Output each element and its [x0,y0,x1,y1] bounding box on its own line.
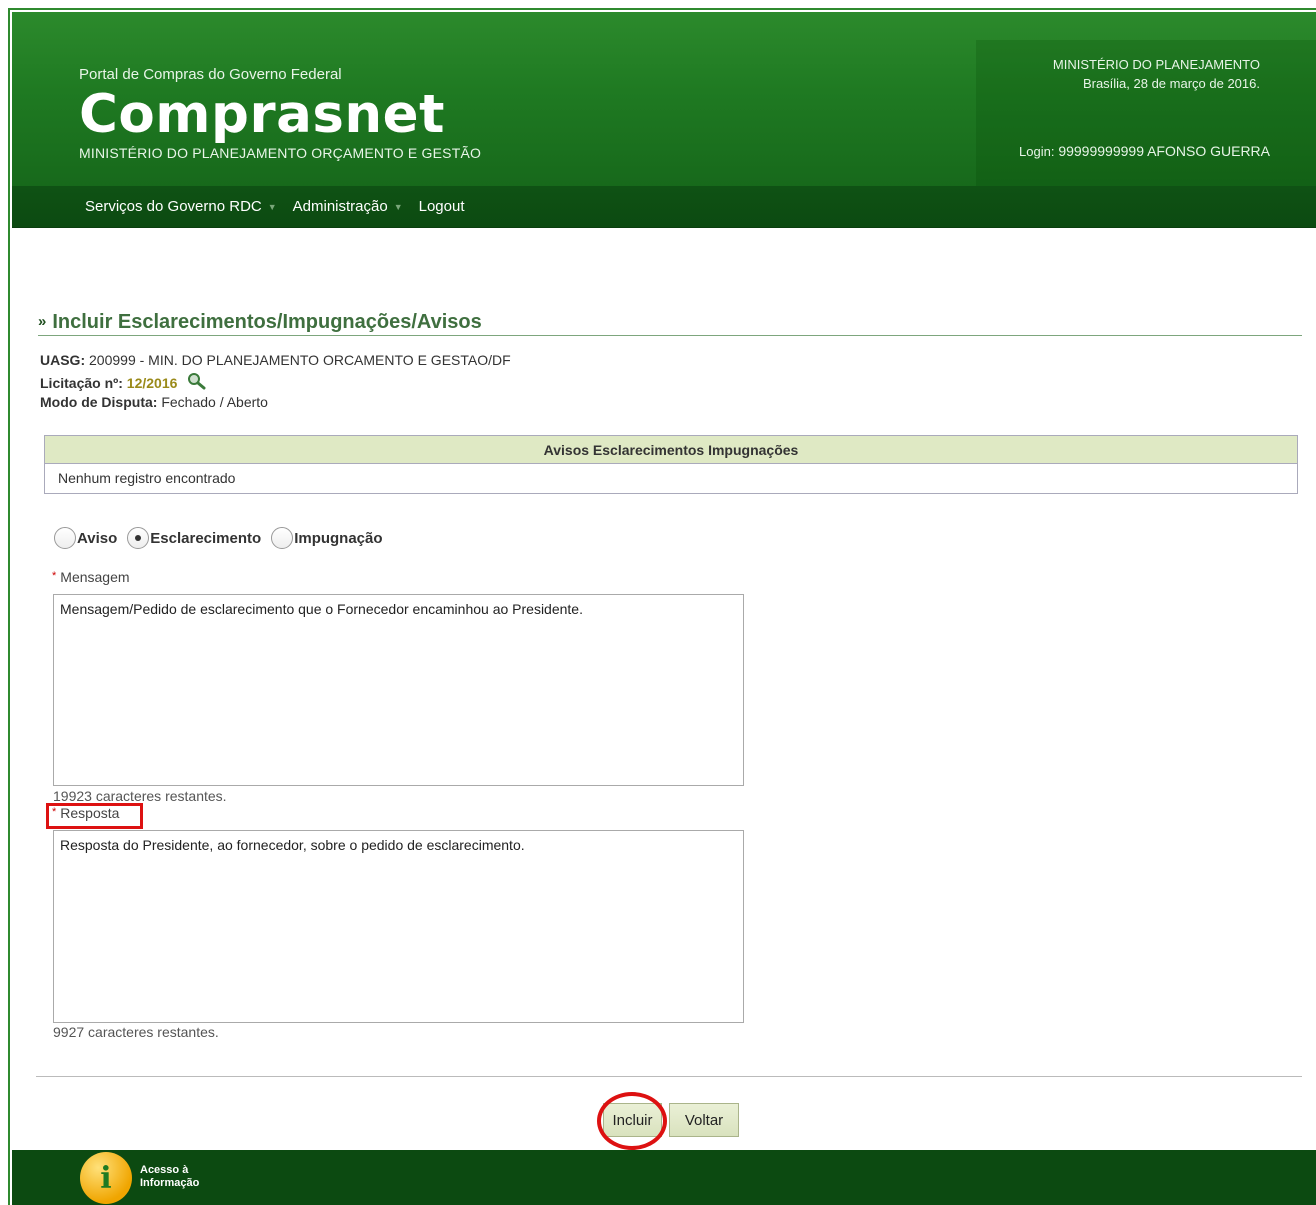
uasg-label: UASG: [40,352,86,368]
uasg-value: 200999 - MIN. DO PLANEJAMENTO ORCAMENTO … [89,352,511,368]
site-footer [12,1150,1316,1205]
table-header: Avisos Esclarecimentos Impugnações [45,436,1297,464]
login-info: Login: 99999999999 AFONSO GUERRA [1019,143,1270,159]
ministry-name: MINISTÉRIO DO PLANEJAMENTO ORÇAMENTO E G… [79,145,482,161]
mensagem-counter: 19923 caracteres restantes. [53,788,227,804]
annotation-highlight-box [46,803,143,829]
nav-item-servicos[interactable]: Serviços do Governo RDC ▼ [85,198,277,215]
required-marker: * [52,570,57,582]
radio-esclarecimento[interactable]: Esclarecimento [127,527,261,549]
radio-button[interactable] [54,527,76,549]
portal-subtitle: Portal de Compras do Governo Federal [79,66,342,83]
licitacao-info: Licitação nº: 12/2016 [40,372,207,393]
voltar-button[interactable]: Voltar [669,1103,739,1137]
nav-item-label: Serviços do Governo RDC [85,198,262,215]
mensagem-label: * Mensagem [52,569,130,585]
licitacao-number: 12/2016 [126,375,178,391]
licitacao-label: Licitação nº: [40,375,123,391]
resposta-textarea[interactable]: Resposta do Presidente, ao fornecedor, s… [53,830,744,1023]
search-details-icon[interactable] [187,372,207,393]
header-ministry-right: MINISTÉRIO DO PLANEJAMENTO [1052,57,1260,72]
radio-label: Aviso [77,529,118,547]
login-label: Login: [1019,144,1055,159]
uasg-info: UASG: 200999 - MIN. DO PLANEJAMENTO ORCA… [40,352,511,368]
radio-button-selected[interactable] [127,527,150,549]
caret-down-icon: ▼ [267,201,277,212]
page-title-row: » Incluir Esclarecimentos/Impugnações/Av… [38,312,1302,336]
modo-label: Modo de Disputa: [40,394,158,410]
login-user: 99999999999 AFONSO GUERRA [1058,143,1270,159]
main-nav: Serviços do Governo RDC ▼ Administração … [12,186,1316,228]
comprasnet-logo[interactable]: Comprasnet [79,84,445,145]
page-title: Incluir Esclarecimentos/Impugnações/Avis… [52,311,482,333]
site-header: Portal de Compras do Governo Federal Com… [12,12,1316,188]
type-radio-group: Aviso Esclarecimento Impugnação [54,527,393,549]
double-chevron-icon: » [38,313,47,330]
modo-value: Fechado / Aberto [161,394,268,410]
radio-selected-dot [135,535,142,541]
nav-item-label: Logout [418,198,465,215]
mensagem-textarea[interactable]: Mensagem/Pedido de esclarecimento que o … [53,594,744,786]
resposta-counter: 9927 caracteres restantes. [53,1024,219,1040]
table-empty-row: Nenhum registro encontrado [58,470,236,486]
acesso-informacao-icon[interactable]: i [80,1152,132,1204]
radio-label: Impugnação [294,529,383,547]
avisos-table: Avisos Esclarecimentos Impugnações Nenhu… [44,435,1298,494]
nav-item-logout[interactable]: Logout [419,198,465,215]
header-date: Brasília, 28 de março de 2016. [1082,76,1260,91]
form-divider [36,1076,1302,1077]
caret-down-icon: ▼ [393,201,403,212]
radio-label: Esclarecimento [150,529,262,547]
radio-aviso[interactable]: Aviso [54,527,117,549]
acesso-informacao-link[interactable]: Acesso à Informação [140,1164,199,1190]
radio-impugnacao[interactable]: Impugnação [271,527,383,549]
modo-disputa-info: Modo de Disputa: Fechado / Aberto [40,394,268,410]
page-frame: Portal de Compras do Governo Federal Com… [8,8,1316,1205]
annotation-highlight-ring [597,1092,667,1150]
radio-button[interactable] [271,527,294,549]
nav-item-label: Administração [292,198,388,215]
nav-item-administracao[interactable]: Administração ▼ [293,198,403,215]
